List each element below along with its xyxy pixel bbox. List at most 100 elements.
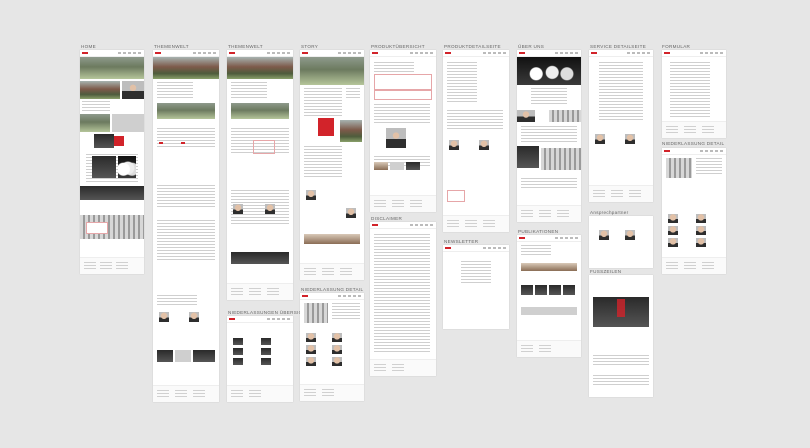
- board-themenwelt-2[interactable]: [227, 50, 293, 300]
- contact-portrait: [306, 345, 316, 354]
- gallery-strip: [304, 234, 360, 244]
- site-footer: [80, 257, 144, 274]
- contact-portrait: [346, 208, 356, 218]
- site-nav: [517, 235, 581, 242]
- contact-portrait: [668, 214, 678, 223]
- board-label-formular: FORMULAR: [662, 44, 691, 49]
- nav-menu: [555, 237, 579, 239]
- product-filter[interactable]: [374, 90, 432, 100]
- location-image: [666, 158, 692, 178]
- brand-logo: [372, 224, 378, 226]
- board-produktuebersicht[interactable]: [370, 50, 436, 212]
- brand-logo: [82, 52, 88, 54]
- board-niederlassung-detail[interactable]: [300, 293, 364, 401]
- board-ueber-uns[interactable]: [517, 50, 581, 222]
- contact-portrait: [625, 134, 635, 144]
- nav-menu: [410, 224, 434, 226]
- board-publikationen[interactable]: [517, 235, 581, 357]
- building-image: [549, 110, 581, 122]
- brand-logo: [664, 52, 670, 54]
- site-footer: [662, 121, 726, 138]
- site-footer: [589, 185, 653, 202]
- product-thumb: [390, 162, 404, 170]
- board-label-niederlassung-detail-2: NIEDERLASSUNG DETAIL: [662, 141, 725, 146]
- story-portrait: [318, 118, 334, 136]
- publication-cover: [549, 285, 561, 295]
- teaser-portrait: [122, 81, 144, 99]
- contact-portrait: [332, 357, 342, 366]
- board-story[interactable]: [300, 50, 364, 280]
- grid-text: [157, 220, 215, 260]
- team-image: [517, 110, 535, 122]
- brand-logo: [445, 247, 451, 249]
- contact-portrait: [265, 204, 275, 214]
- about-text: [521, 178, 577, 188]
- brand-logo: [519, 52, 525, 54]
- grid-text: [157, 128, 215, 148]
- nav-menu: [483, 247, 507, 249]
- board-niederlassung-detail-2[interactable]: [662, 148, 726, 274]
- about-image: [541, 148, 581, 170]
- feature-image: [92, 156, 116, 178]
- hero-image: [227, 57, 293, 79]
- site-nav: [443, 50, 509, 57]
- gallery-image: [157, 350, 173, 362]
- board-label-niederlassung-detail: NIEDERLASSUNG DETAIL: [301, 287, 364, 292]
- contact-portrait: [233, 204, 243, 214]
- teaser-image: [112, 114, 144, 132]
- contact-portrait: [696, 214, 706, 223]
- board-label-newsletter: NEWSLETTER: [444, 239, 479, 244]
- product-filter[interactable]: [374, 74, 432, 90]
- location-image: [261, 348, 271, 355]
- board-newsletter[interactable]: [443, 245, 509, 329]
- hero-image: [300, 57, 364, 85]
- contact-portrait: [332, 345, 342, 354]
- footer-variant-text: [593, 355, 649, 367]
- story-image: [340, 120, 362, 142]
- nav-menu: [193, 52, 217, 54]
- section-image: [231, 103, 289, 119]
- board-themenwelt-1[interactable]: [153, 50, 219, 402]
- brand-logo: [302, 295, 308, 297]
- board-disclaimer[interactable]: [370, 222, 436, 376]
- site-nav: [300, 50, 364, 57]
- nav-menu: [700, 150, 724, 152]
- board-label-home: HOME: [81, 44, 96, 49]
- site-nav: [153, 50, 219, 57]
- nav-menu: [338, 52, 362, 54]
- story-text: [304, 88, 342, 118]
- site-footer: [227, 283, 293, 300]
- site-footer: [370, 195, 436, 212]
- brand-logo: [302, 52, 308, 54]
- grid-text: [157, 185, 215, 209]
- board-service-detailseite[interactable]: [589, 50, 653, 202]
- board-ansprechpartner[interactable]: [589, 216, 653, 268]
- publication-strip: [521, 263, 577, 271]
- contact-portrait: [668, 238, 678, 247]
- highlight-box: [447, 190, 465, 202]
- location-address: [696, 158, 722, 176]
- hero-image: [153, 57, 219, 79]
- sidebar-text: [346, 88, 360, 100]
- board-label-fusszeilen: FUSSZEILEN: [590, 269, 622, 274]
- about-image: [517, 146, 539, 168]
- board-label-ueber-uns: ÜBER UNS: [518, 44, 545, 49]
- board-label-story: STORY: [301, 44, 319, 49]
- board-home[interactable]: [80, 50, 144, 274]
- site-nav: [80, 50, 144, 57]
- site-nav: [662, 50, 726, 57]
- board-produktdetailseite[interactable]: [443, 50, 509, 232]
- board-label-niederlassungen-uebersicht: NIEDERLASSUNGEN ÜBERSICHT: [228, 310, 310, 315]
- location-image: [233, 338, 243, 345]
- newsletter-form[interactable]: [461, 261, 491, 283]
- contact-form[interactable]: [670, 62, 710, 118]
- board-fusszeilen[interactable]: [589, 275, 653, 397]
- teaser-image: [80, 114, 110, 132]
- site-nav: [589, 50, 653, 57]
- site-nav: [300, 293, 364, 300]
- contact-portrait: [449, 140, 459, 150]
- board-niederlassungen-uebersicht[interactable]: [227, 316, 293, 402]
- highlight-box: [253, 140, 275, 154]
- publication-cover: [535, 285, 547, 295]
- board-formular[interactable]: [662, 50, 726, 138]
